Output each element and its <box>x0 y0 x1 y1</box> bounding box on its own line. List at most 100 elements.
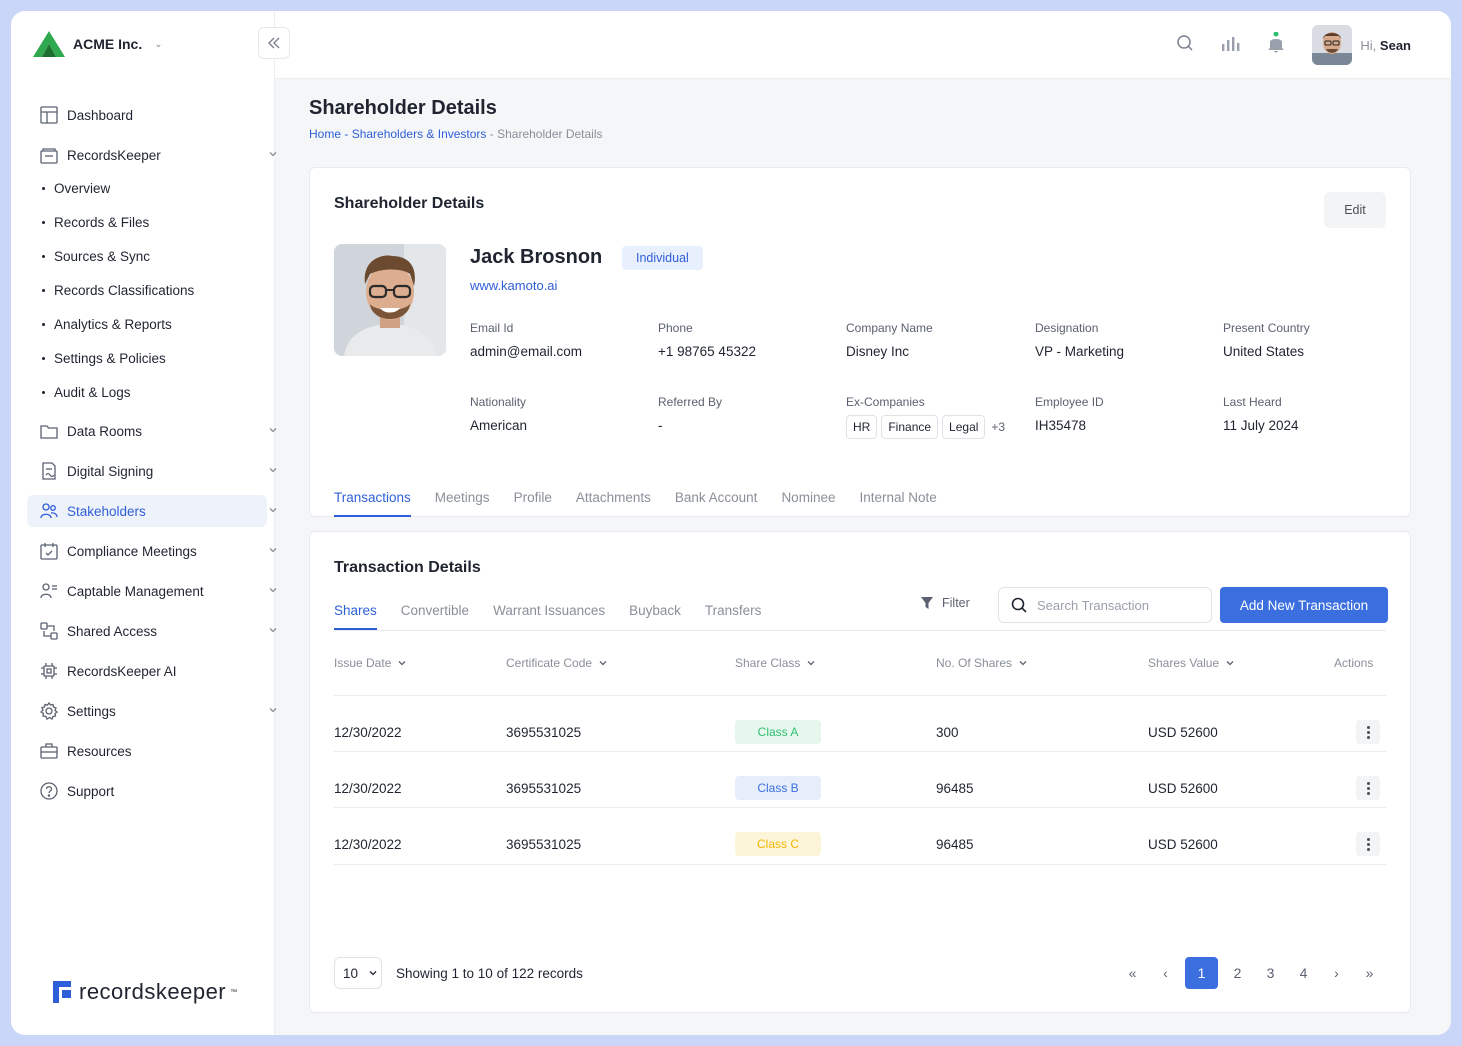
more-chips-count[interactable]: +3 <box>991 420 1005 434</box>
sidebar-item-settings[interactable]: Settings <box>27 695 277 727</box>
records-count: Showing 1 to 10 of 122 records <box>396 966 583 981</box>
sidebar-subitem-analytics-reports[interactable]: Analytics & Reports <box>27 307 267 341</box>
analytics-icon[interactable] <box>1220 34 1240 57</box>
double-chevron-left-icon <box>268 37 280 49</box>
profile-photo <box>334 244 446 356</box>
column-header-share-class[interactable]: Share Class <box>735 656 816 670</box>
card-title: Transaction Details <box>334 559 481 576</box>
document-sign-icon <box>39 461 59 481</box>
transaction-details-card: Transaction Details Shares Convertible W… <box>309 531 1411 1013</box>
tab-bank-account[interactable]: Bank Account <box>675 490 758 517</box>
column-header-no-of-shares[interactable]: No. Of Shares <box>936 656 1028 670</box>
chevron-down-icon <box>267 704 279 719</box>
chevron-down-icon <box>267 464 279 479</box>
page-2[interactable]: 2 <box>1221 957 1254 989</box>
chevron-down-icon <box>398 661 406 666</box>
dashboard-icon <box>39 105 59 125</box>
sidebar-subitem-records-classifications[interactable]: Records Classifications <box>27 273 267 307</box>
page-size-select[interactable]: 10 <box>334 957 382 989</box>
org-switcher[interactable]: ACME Inc. ⌄ <box>33 31 163 57</box>
last-page-icon[interactable]: » <box>1353 957 1386 989</box>
tab-nominee[interactable]: Nominee <box>781 490 835 517</box>
search-box[interactable] <box>998 587 1212 623</box>
field-last-heard: Last Heard 11 July 2024 <box>1223 395 1299 433</box>
tab-profile[interactable]: Profile <box>514 490 552 517</box>
tab-buyback[interactable]: Buyback <box>629 603 681 630</box>
sidebar-item-stakeholders[interactable]: Stakeholders <box>27 495 277 527</box>
transaction-tabs: Shares Convertible Warrant Issuances Buy… <box>334 603 785 630</box>
share-class-badge: Class A <box>735 720 821 744</box>
breadcrumb-home[interactable]: Home <box>309 127 341 141</box>
share-class-badge: Class C <box>735 832 821 856</box>
tabs-divider <box>334 630 1386 631</box>
next-page-icon[interactable]: › <box>1320 957 1353 989</box>
chevron-down-icon <box>267 544 279 559</box>
sidebar-item-shared-access[interactable]: Shared Access <box>27 615 277 647</box>
collapse-sidebar-button[interactable] <box>258 27 290 59</box>
field-company: Company Name Disney Inc <box>846 321 933 359</box>
column-header-issue-date[interactable]: Issue Date <box>334 656 407 670</box>
sidebar-subitem-sources-sync[interactable]: Sources & Sync <box>27 239 267 273</box>
trademark: ™ <box>230 988 238 996</box>
sidebar-item-label: RecordsKeeper <box>67 147 161 163</box>
folder-stack-icon <box>39 145 59 165</box>
search-icon[interactable] <box>1176 34 1194 57</box>
add-new-transaction-button[interactable]: Add New Transaction <box>1220 587 1388 623</box>
search-input[interactable] <box>1037 597 1197 613</box>
sidebar-item-dashboard[interactable]: Dashboard <box>27 99 267 131</box>
detail-tabs: Transactions Meetings Profile Attachment… <box>334 490 961 517</box>
column-header-certificate-code[interactable]: Certificate Code <box>506 656 608 670</box>
edit-button[interactable]: Edit <box>1324 192 1386 228</box>
chevron-down-icon <box>599 661 607 666</box>
field-phone: Phone +1 98765 45322 <box>658 321 756 359</box>
sidebar-item-recordskeeper[interactable]: RecordsKeeper <box>27 139 277 171</box>
sidebar-item-compliance-meetings[interactable]: Compliance Meetings <box>27 535 277 567</box>
chevron-down-icon <box>267 148 279 163</box>
field-ex-companies: Ex-Companies HR Finance Legal +3 <box>846 395 1005 439</box>
tab-attachments[interactable]: Attachments <box>576 490 651 517</box>
tab-warrant-issuances[interactable]: Warrant Issuances <box>493 603 605 630</box>
tab-meetings[interactable]: Meetings <box>435 490 490 517</box>
first-page-icon[interactable]: « <box>1116 957 1149 989</box>
sidebar-item-captable-management[interactable]: Captable Management <box>27 575 277 607</box>
sidebar-item-resources[interactable]: Resources <box>27 735 267 767</box>
sidebar-item-support[interactable]: Support <box>27 775 267 807</box>
filter-button[interactable]: Filter <box>920 596 970 610</box>
field-nationality: Nationality American <box>470 395 528 433</box>
chip: HR <box>846 415 878 439</box>
row-actions-kebab-icon[interactable] <box>1356 832 1380 856</box>
logo-text: recordskeeper <box>79 979 227 1004</box>
sidebar-subitem-records-files[interactable]: Records & Files <box>27 205 267 239</box>
card-title: Shareholder Details <box>334 195 485 212</box>
website-link[interactable]: www.kamoto.ai <box>470 278 557 293</box>
page-3[interactable]: 3 <box>1254 957 1287 989</box>
search-icon <box>1011 597 1027 613</box>
shareholder-details-card: Shareholder Details Edit Jack Brosnon In… <box>309 167 1411 517</box>
chevron-down-icon <box>807 661 815 666</box>
sidebar-item-data-rooms[interactable]: Data Rooms <box>27 415 277 447</box>
sidebar-subitem-settings-policies[interactable]: Settings & Policies <box>27 341 267 375</box>
bell-icon[interactable] <box>1266 31 1286 59</box>
page-1[interactable]: 1 <box>1185 957 1218 989</box>
tab-transactions[interactable]: Transactions <box>334 490 411 517</box>
tab-convertible[interactable]: Convertible <box>401 603 469 630</box>
column-header-shares-value[interactable]: Shares Value <box>1148 656 1235 670</box>
tab-internal-note[interactable]: Internal Note <box>859 490 936 517</box>
sidebar-item-recordskeeper-ai[interactable]: RecordsKeeper AI <box>27 655 267 687</box>
pagination: « ‹ 1 2 3 4 › » <box>1116 957 1386 989</box>
chip-icon <box>39 661 59 681</box>
sidebar-subitem-overview[interactable]: Overview <box>27 171 267 205</box>
sidebar-subitem-audit-logs[interactable]: Audit & Logs <box>27 375 267 409</box>
page-4[interactable]: 4 <box>1287 957 1320 989</box>
chevron-down-icon <box>267 584 279 599</box>
field-country: Present Country United States <box>1223 321 1310 359</box>
prev-page-icon[interactable]: ‹ <box>1149 957 1182 989</box>
tab-shares[interactable]: Shares <box>334 603 377 630</box>
avatar[interactable] <box>1312 25 1353 65</box>
calendar-check-icon <box>39 541 59 561</box>
row-actions-kebab-icon[interactable] <box>1356 720 1380 744</box>
sidebar-item-digital-signing[interactable]: Digital Signing <box>27 455 277 487</box>
breadcrumb-shareholders[interactable]: Shareholders & Investors <box>352 127 487 141</box>
tab-transfers[interactable]: Transfers <box>705 603 762 630</box>
row-actions-kebab-icon[interactable] <box>1356 776 1380 800</box>
